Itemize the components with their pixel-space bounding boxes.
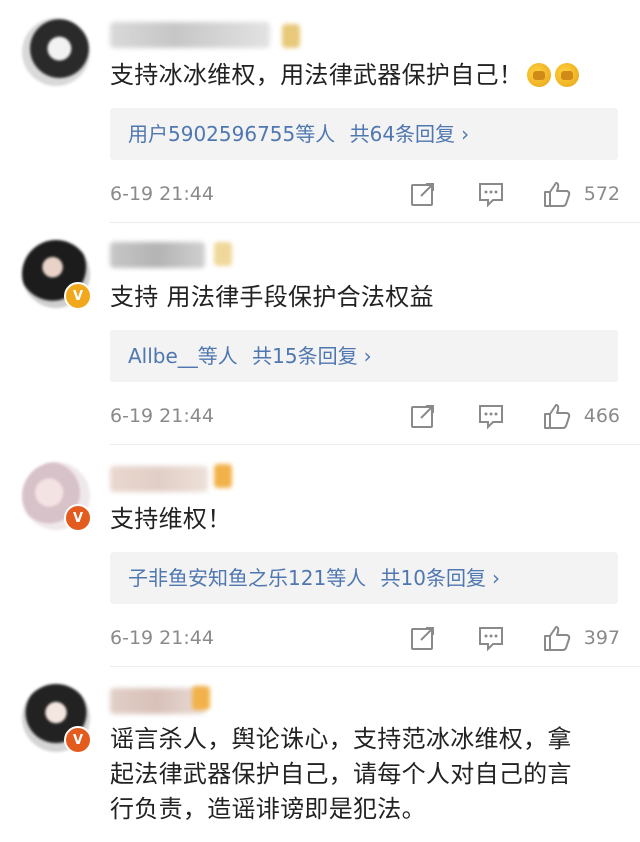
fist-emoji-icon: [527, 63, 552, 87]
thumbs-up-icon[interactable]: [542, 623, 572, 653]
comment-icon[interactable]: [476, 623, 506, 653]
divider: [110, 444, 640, 445]
comment-icon[interactable]: [476, 179, 506, 209]
user-badge-icon: [192, 686, 210, 710]
user-badge-icon: [214, 242, 232, 266]
comment-text: 支持维权！: [110, 505, 232, 533]
comment-meta: 6-19 21:44 397: [110, 623, 620, 653]
reply-users-link[interactable]: 用户5902596755: [128, 122, 295, 146]
share-icon[interactable]: [408, 623, 438, 653]
reply-preview[interactable]: 用户5902596755等人 共64条回复 ›: [110, 108, 618, 160]
comment-meta: 6-19 21:44 466: [110, 401, 620, 431]
verified-v-icon: V: [64, 282, 92, 310]
reply-count-link[interactable]: 共15条回复: [252, 344, 357, 368]
fist-emoji-icon: [555, 63, 580, 87]
user-badge-icon: [282, 24, 300, 48]
user-badge-icon: [214, 464, 232, 488]
username-blurred[interactable]: [110, 688, 205, 714]
avatar[interactable]: [22, 18, 90, 86]
avatar[interactable]: V: [22, 462, 92, 532]
thumbs-up-icon[interactable]: [542, 401, 572, 431]
reply-etc-label: 等人: [197, 344, 238, 368]
username-blurred[interactable]: [110, 22, 270, 48]
username-blurred[interactable]: [110, 242, 205, 268]
comment-meta: 6-19 21:44 572: [110, 179, 620, 209]
reply-users-link[interactable]: Allbe__: [128, 344, 198, 368]
thumbs-up-icon[interactable]: [542, 179, 572, 209]
comment-time: 6-19 21:44: [110, 183, 214, 205]
comment-text: 谣言杀人，舆论诛心，支持范冰冰维权，拿 起法律武器保护自己，请每个人对自己的言 …: [110, 725, 572, 823]
comment-text: 支持 用法律手段保护合法权益: [110, 283, 434, 311]
comment-icon[interactable]: [476, 401, 506, 431]
reply-preview[interactable]: Allbe__等人 共15条回复 ›: [110, 330, 618, 382]
like-count: 397: [583, 627, 620, 649]
reply-users-link[interactable]: 子非鱼安知鱼之乐121: [128, 566, 326, 590]
verified-v-icon: V: [64, 504, 92, 532]
avatar[interactable]: V: [22, 684, 92, 754]
share-icon[interactable]: [408, 401, 438, 431]
reply-etc-label: 等人: [295, 122, 336, 146]
divider: [110, 222, 640, 223]
like-count: 466: [583, 405, 620, 427]
verified-v-icon: V: [64, 726, 92, 754]
like-count: 572: [583, 183, 620, 205]
username-blurred[interactable]: [110, 466, 208, 492]
comment-text: 支持冰冰维权，用法律武器保护自己！: [110, 58, 580, 93]
chevron-right-icon: ›: [492, 566, 500, 590]
comment-time: 6-19 21:44: [110, 405, 214, 427]
reply-etc-label: 等人: [326, 566, 367, 590]
avatar[interactable]: V: [22, 240, 92, 310]
reply-count-link[interactable]: 共64条回复: [350, 122, 455, 146]
chevron-right-icon: ›: [461, 122, 470, 146]
reply-preview[interactable]: 子非鱼安知鱼之乐121等人 共10条回复 ›: [110, 552, 618, 604]
share-icon[interactable]: [408, 179, 438, 209]
divider: [110, 666, 640, 667]
reply-count-link[interactable]: 共10条回复: [381, 566, 486, 590]
chevron-right-icon: ›: [363, 344, 372, 368]
comment-time: 6-19 21:44: [110, 627, 214, 649]
